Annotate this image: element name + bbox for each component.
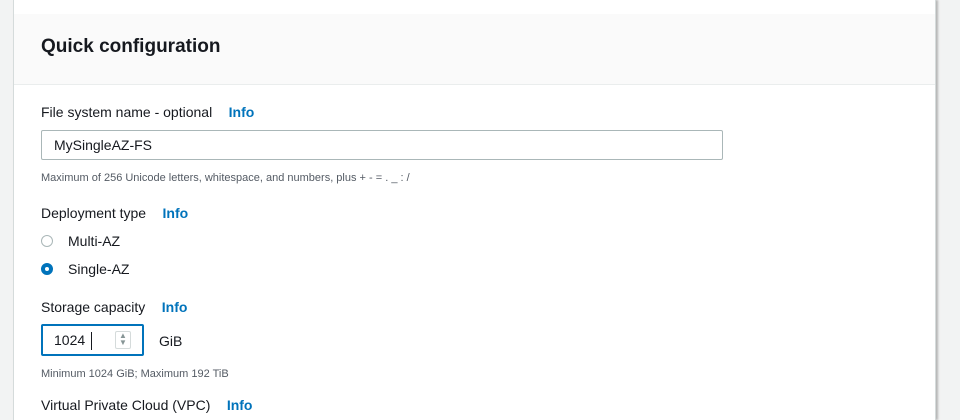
deployment-type-label: Deployment type — [41, 205, 147, 221]
file-system-name-info-link[interactable]: Info — [229, 104, 255, 120]
section-title: Quick configuration — [41, 36, 221, 57]
storage-capacity-label-row: Storage capacity Info — [41, 299, 187, 317]
deployment-option-multi-az[interactable]: Multi-AZ — [41, 233, 120, 249]
file-system-name-hint: Maximum of 256 Unicode letters, whitespa… — [41, 172, 410, 184]
vpc-info-link[interactable]: Info — [227, 397, 253, 413]
radio-multi-az-label[interactable]: Multi-AZ — [68, 233, 120, 249]
file-system-name-label-row: File system name - optional Info — [41, 104, 254, 122]
radio-multi-az[interactable] — [41, 235, 53, 247]
storage-capacity-input[interactable]: 1024 ▲ ▼ — [41, 324, 144, 356]
vpc-label-row: Virtual Private Cloud (VPC) Info — [41, 397, 252, 415]
stepper-icon[interactable]: ▲ ▼ — [115, 331, 131, 349]
storage-capacity-unit: GiB — [159, 333, 183, 349]
deployment-type-info-link[interactable]: Info — [163, 205, 189, 221]
vpc-label: Virtual Private Cloud (VPC) — [41, 397, 211, 413]
storage-capacity-info-link[interactable]: Info — [162, 299, 188, 315]
panel-header: Quick configuration — [14, 14, 935, 85]
deployment-type-label-row: Deployment type Info — [41, 205, 188, 223]
screenshot-frame: Quick configuration File system name - o… — [0, 0, 960, 420]
storage-capacity-hint: Minimum 1024 GiB; Maximum 192 TiB — [41, 368, 229, 380]
quick-configuration-panel: Quick configuration File system name - o… — [13, 0, 936, 420]
text-cursor — [91, 332, 92, 350]
panel-top-edge — [14, 0, 935, 15]
storage-capacity-label: Storage capacity — [41, 299, 146, 315]
deployment-option-single-az[interactable]: Single-AZ — [41, 261, 129, 277]
radio-single-az-label[interactable]: Single-AZ — [68, 261, 129, 277]
storage-capacity-value[interactable]: 1024 — [54, 332, 85, 348]
file-system-name-label: File system name - optional — [41, 104, 213, 120]
radio-single-az[interactable] — [41, 263, 53, 275]
file-system-name-input[interactable]: MySingleAZ-FS — [41, 130, 723, 160]
